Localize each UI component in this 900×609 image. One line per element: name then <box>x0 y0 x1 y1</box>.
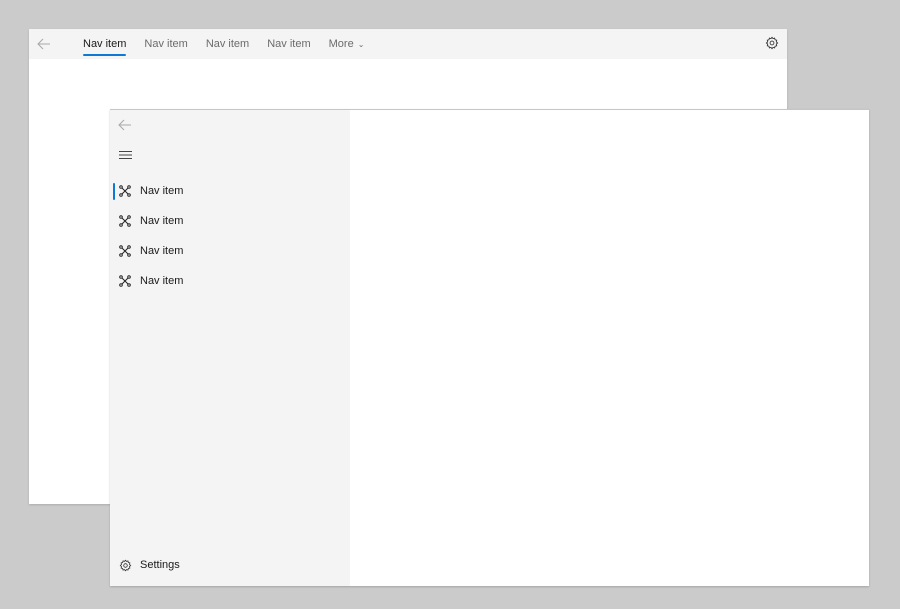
more-dropdown[interactable]: More ⌄ <box>320 29 374 59</box>
back-arrow-icon <box>37 38 50 50</box>
nav-tabs: Nav item Nav item Nav item Nav item More… <box>74 29 373 59</box>
back-button[interactable] <box>110 110 140 140</box>
hamburger-icon <box>118 150 132 160</box>
nodes-icon <box>119 275 131 287</box>
tab-label: Nav item <box>267 38 311 50</box>
nodes-icon <box>119 215 131 227</box>
nav-item-3[interactable]: Nav item <box>110 236 350 266</box>
navigation-pane: Nav item Nav item Nav item Nav item Sett… <box>110 110 350 586</box>
menu-toggle-button[interactable] <box>110 140 140 170</box>
nav-item-4[interactable]: Nav item <box>110 266 350 296</box>
nodes-icon <box>119 185 131 197</box>
settings-button[interactable] <box>765 36 781 52</box>
settings-label: Settings <box>140 559 180 571</box>
tab-label: Nav item <box>83 38 127 50</box>
tab-label: Nav item <box>144 38 188 50</box>
back-button[interactable] <box>29 29 59 59</box>
top-navigation-bar: Nav item Nav item Nav item Nav item More… <box>29 29 787 59</box>
nav-item-label: Nav item <box>140 185 184 197</box>
more-label: More <box>328 38 354 50</box>
nav-item-label: Nav item <box>140 215 184 227</box>
side-nav-window: Nav item Nav item Nav item Nav item Sett… <box>110 109 869 586</box>
gear-icon <box>119 559 131 571</box>
tab-nav-item-3[interactable]: Nav item <box>197 29 258 59</box>
nav-list: Nav item Nav item Nav item Nav item <box>110 176 350 296</box>
chevron-down-icon: ⌄ <box>357 40 365 49</box>
nodes-icon <box>119 245 131 257</box>
back-arrow-icon <box>118 119 131 131</box>
tab-nav-item-1[interactable]: Nav item <box>74 29 135 59</box>
gear-icon <box>765 36 779 50</box>
tab-nav-item-4[interactable]: Nav item <box>258 29 319 59</box>
nav-item-2[interactable]: Nav item <box>110 206 350 236</box>
content-area <box>350 110 869 586</box>
settings-nav-item[interactable]: Settings <box>110 550 350 580</box>
nav-item-1[interactable]: Nav item <box>110 176 350 206</box>
tab-nav-item-2[interactable]: Nav item <box>135 29 196 59</box>
nav-item-label: Nav item <box>140 275 184 287</box>
tab-label: Nav item <box>205 38 250 50</box>
nav-item-label: Nav item <box>140 245 184 257</box>
